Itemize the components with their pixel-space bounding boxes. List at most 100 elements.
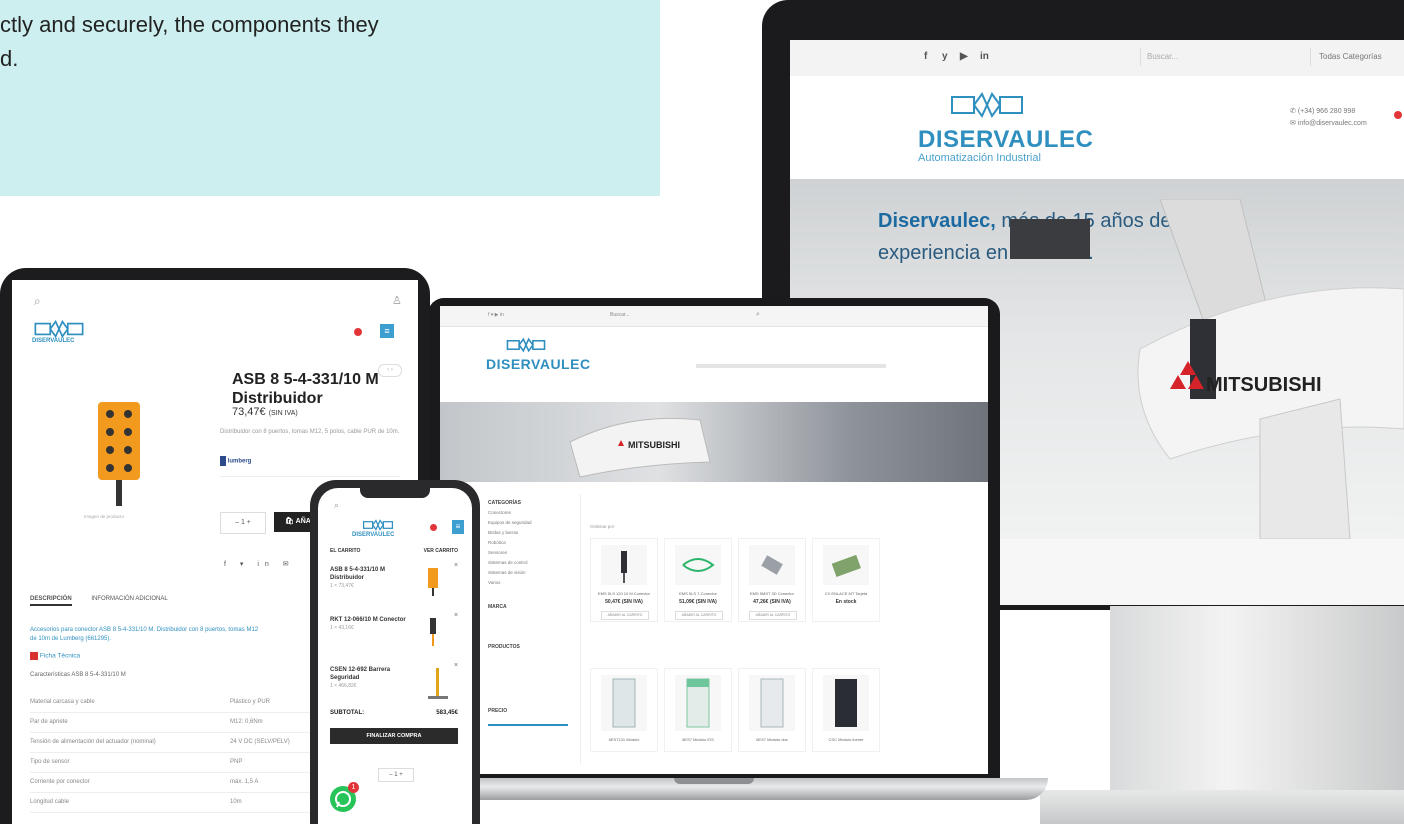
twitter-icon[interactable]: y — [942, 51, 948, 62]
tablet-logo-name[interactable]: DISERVAULEC — [32, 338, 74, 344]
sidebar-brand-filters[interactable] — [488, 612, 580, 638]
remove-item-icon[interactable]: × — [454, 562, 458, 570]
description-link-line-1[interactable]: Accesorios para conector ASB 8 5-4-331/1… — [30, 627, 258, 633]
robot-arm-image: MITSUBISHI — [1010, 199, 1404, 539]
product-card[interactable]: EMS 5LS 120 10 M Conector 50,47€ (SIN IV… — [590, 538, 658, 622]
menu-icon[interactable]: ≡ — [380, 324, 394, 338]
sidebar-category-item[interactable]: Equipos de seguridad — [488, 518, 580, 528]
share-icons[interactable]: f ▾ in ✉ — [224, 560, 295, 568]
user-icon[interactable]: ♙ — [392, 294, 402, 307]
checkout-button[interactable]: FINALIZAR COMPRA — [330, 728, 458, 744]
spec-value: Plástico y PUR — [230, 699, 271, 705]
laptop-robot-label: MITSUBISHI — [628, 440, 680, 450]
datasheet-label[interactable]: Ficha Técnica — [40, 653, 80, 660]
tab-additional-info[interactable]: INFORMACIÓN ADICIONAL — [91, 596, 167, 602]
caption-line-2: d. — [0, 46, 19, 71]
price-value: 73,47€ — [232, 406, 266, 418]
cart-item[interactable]: RKT 12-066/10 M Conector 1 × 43,16€ × — [330, 612, 460, 652]
cart-item[interactable]: ASB 8 5-4-331/10 M Distribuidor 1 × 73,4… — [330, 562, 460, 602]
cart-item-thumb — [428, 568, 438, 596]
datasheet-link[interactable]: Ficha Técnica — [30, 652, 80, 660]
logo-name[interactable]: DISERVAULEC — [918, 126, 1093, 154]
subtotal-row: SUBTOTAL: 583,45€ — [330, 710, 458, 716]
youtube-icon[interactable]: ▶ — [960, 51, 968, 62]
product-card[interactable]: EMS 5MST 3D Conector 47,26€ (SIN IVA) AÑ… — [738, 538, 806, 622]
phone-logo-name[interactable]: DISERVAULEC — [352, 532, 394, 538]
brand-badge[interactable]: lumberg — [220, 456, 280, 468]
remove-item-icon[interactable]: × — [454, 662, 458, 670]
price-note: (SIN IVA) — [268, 410, 298, 417]
sidebar-category-item[interactable]: Conectores — [488, 508, 580, 518]
cart-item-name[interactable]: ASB 8 5-4-331/10 M Distribuidor — [330, 566, 410, 582]
product-card[interactable]: CSC Módulo fuente — [812, 668, 880, 752]
product-title[interactable]: EMS 5LS 120 10 M Conector — [593, 591, 655, 597]
cart-badge-icon[interactable] — [354, 328, 362, 336]
laptop-social-icons[interactable]: f ▾ ▶ in — [488, 312, 504, 318]
cart-item-name[interactable]: CSEN 12-692 Barrera Seguridad — [330, 666, 410, 682]
whatsapp-badge: 1 — [348, 782, 359, 793]
laptop-search-icon[interactable]: ⌕ — [756, 311, 760, 319]
tab-description[interactable]: DESCRIPCIÓN — [30, 596, 72, 606]
phone-quantity-value: 1 — [394, 772, 398, 778]
sidebar-category-item[interactable]: Robótica — [488, 538, 580, 548]
product-title[interactable]: 6ES7131 Módulo — [593, 737, 655, 743]
price-slider[interactable] — [488, 724, 568, 726]
contact-email[interactable]: info@diservaulec.com — [1298, 120, 1367, 127]
add-to-cart-button[interactable]: AÑADIR AL CARRITO — [675, 611, 723, 620]
add-to-cart-button[interactable]: AÑADIR AL CARRITO — [749, 611, 797, 620]
monitor-header: DISERVAULEC Automatización Industrial ✆ … — [790, 76, 1404, 179]
product-title[interactable]: CSC Módulo fuente — [815, 737, 877, 743]
contact-phone[interactable]: (+34) 966 280 998 — [1298, 108, 1355, 115]
laptop-logo-icon — [506, 337, 546, 353]
linkedin-icon[interactable]: in — [980, 51, 989, 62]
product-card[interactable]: 6ES7131 Módulo — [590, 668, 658, 752]
category-select[interactable]: Todas Categorías — [1310, 48, 1404, 66]
product-card[interactable]: 6ES7 Módulo E/S — [664, 668, 732, 752]
laptop-search-input[interactable]: Buscar... — [610, 312, 629, 318]
search-input[interactable]: Buscar... — [1140, 48, 1307, 66]
cart-item[interactable]: CSEN 12-692 Barrera Seguridad 1 × 466,82… — [330, 662, 460, 702]
phone-icon: ✆ — [1290, 108, 1298, 115]
product-title[interactable]: EMS 5MST 3D Conector — [741, 591, 803, 597]
spec-value: PNP — [230, 759, 243, 765]
add-to-cart-button[interactable]: AÑADIR AL CARRITO — [601, 611, 649, 620]
search-icon[interactable]: ⌕ — [34, 294, 41, 309]
sidebar-product-tags[interactable] — [488, 652, 580, 702]
phone-quantity-stepper[interactable]: – 1 + — [378, 768, 414, 782]
laptop-header: DISERVAULEC — [440, 326, 988, 402]
product-image — [823, 545, 869, 585]
phone-notch — [360, 488, 430, 498]
spec-value: 24 V DC (SELV/PELV) — [230, 739, 290, 745]
monitor-foot — [1040, 790, 1404, 824]
sidebar-category-item[interactable]: Sistemas de control — [488, 558, 580, 568]
sidebar-category-item[interactable]: Sensores — [488, 548, 580, 558]
laptop-logo-name[interactable]: DISERVAULEC — [486, 356, 591, 372]
cart-item-name[interactable]: RKT 12-066/10 M Conector — [330, 616, 410, 624]
sidebar-category-item[interactable]: Varios — [488, 578, 580, 588]
product-title[interactable]: 6ES7 Módulo dos — [741, 737, 803, 743]
product-title[interactable]: 6ES7 Módulo E/S — [667, 737, 729, 743]
laptop-robot-image: MITSUBISHI — [569, 417, 711, 478]
phone-search-icon[interactable]: ⌕ — [334, 500, 339, 511]
sidebar-category-item[interactable]: Bridas y barras — [488, 528, 580, 538]
cart-item-thumb — [430, 618, 436, 646]
prev-next-arrows[interactable]: ‹ › — [378, 364, 402, 377]
product-card[interactable]: CX ENLACE MT Tarjeta En stock — [812, 538, 880, 622]
phone-menu-icon[interactable]: ≡ — [452, 520, 464, 534]
laptop-nav-menu[interactable] — [696, 364, 886, 368]
sort-select[interactable]: Ordenar por — [590, 524, 614, 529]
facebook-icon[interactable]: f — [924, 51, 927, 62]
product-title[interactable]: EMS 5LS 7-Conector — [667, 591, 729, 597]
product-card[interactable]: 6ES7 Módulo dos — [738, 668, 806, 752]
view-cart-link[interactable]: VER CARRITO — [424, 548, 458, 554]
product-title[interactable]: CX ENLACE MT Tarjeta — [815, 591, 877, 597]
sidebar-category-item[interactable]: Sistemas de visión — [488, 568, 580, 578]
product-card[interactable]: EMS 5LS 7-Conector 51,09€ (SIN IVA) AÑAD… — [664, 538, 732, 622]
remove-item-icon[interactable]: × — [454, 612, 458, 620]
cart-badge-icon[interactable] — [1394, 111, 1402, 119]
quantity-stepper[interactable]: – 1 + — [220, 512, 266, 534]
product-price: 51,09€ (SIN IVA) — [679, 599, 717, 605]
spec-key: Longitud cable — [30, 799, 70, 805]
phone-cart-badge-icon[interactable] — [430, 524, 437, 531]
description-link-line-2[interactable]: de 10m de Lumberg (661295). — [30, 636, 111, 642]
